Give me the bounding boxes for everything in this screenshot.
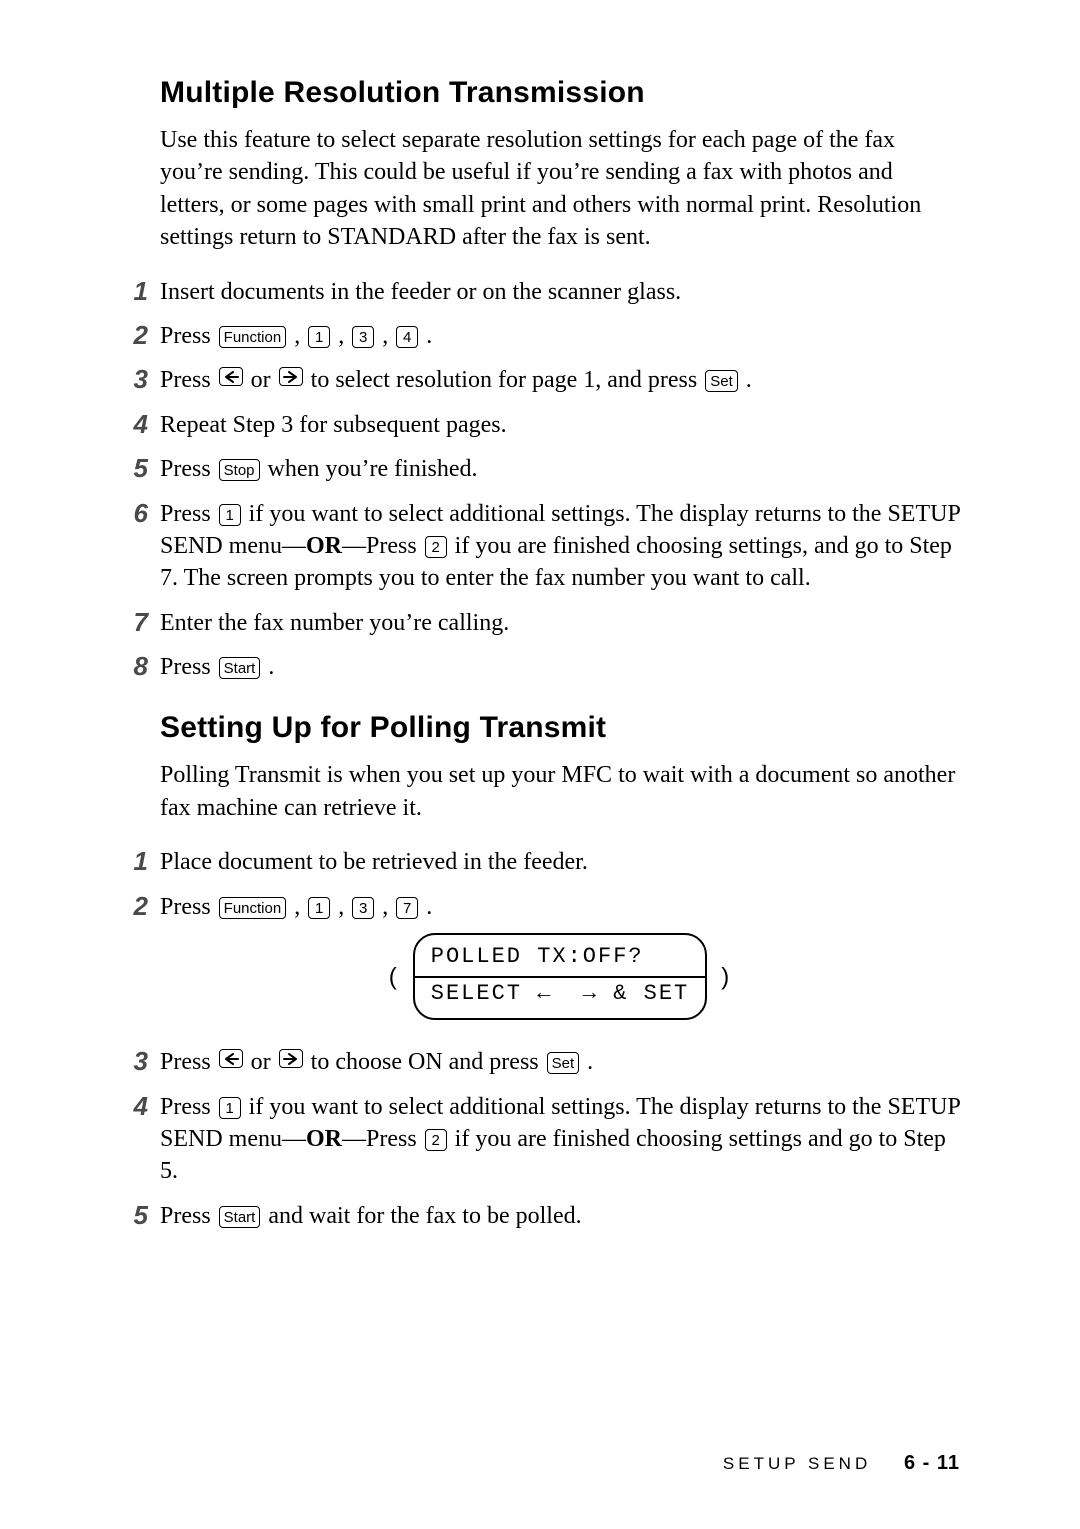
step-text-c: to choose ON and press bbox=[311, 1049, 545, 1075]
step-text-c: , bbox=[338, 323, 350, 349]
step-3: Press or to choose ON and press Set . bbox=[120, 1046, 960, 1078]
step-text-a: Press bbox=[160, 456, 217, 482]
step-2: Press Function , 1 , 3 , 7 . ( POLLED TX… bbox=[120, 891, 960, 1021]
step-4: Repeat Step 3 for subsequent pages. bbox=[120, 409, 960, 441]
step-text-b: or bbox=[251, 1049, 277, 1075]
step-text-a: Press bbox=[160, 1094, 217, 1120]
step-text: Enter the fax number you’re calling. bbox=[160, 610, 509, 636]
step-text-a: Press bbox=[160, 1203, 217, 1229]
step-text-d: . bbox=[587, 1049, 593, 1075]
key-1-icon: 1 bbox=[219, 504, 241, 526]
left-arrow-key-icon bbox=[219, 1049, 243, 1068]
key-7-icon: 7 bbox=[396, 897, 418, 919]
step-text-e: . bbox=[426, 323, 432, 349]
footer-chapter: SETUP SEND bbox=[723, 1454, 871, 1473]
right-arrow-key-icon bbox=[279, 367, 303, 386]
step-text-b: when you’re finished. bbox=[268, 456, 478, 482]
step-3: Press or to select resolution for page 1… bbox=[120, 364, 960, 396]
step-text-b: . bbox=[268, 654, 274, 680]
step-text: Repeat Step 3 for subsequent pages. bbox=[160, 412, 507, 438]
step-text-a: Press bbox=[160, 367, 217, 393]
set-key-icon: Set bbox=[547, 1052, 580, 1074]
section-title-polling-transmit: Setting Up for Polling Transmit bbox=[160, 711, 960, 745]
start-key-icon: Start bbox=[219, 1206, 261, 1228]
function-key-icon: Function bbox=[219, 897, 287, 919]
step-text-a: Press bbox=[160, 1049, 217, 1075]
lcd-right-paren-icon: ) bbox=[721, 961, 731, 992]
step-5: Press Stop when you’re finished. bbox=[120, 453, 960, 485]
step-1: Insert documents in the feeder or on the… bbox=[120, 276, 960, 308]
stop-key-icon: Stop bbox=[219, 459, 260, 481]
steps-list-2: Place document to be retrieved in the fe… bbox=[120, 846, 960, 1232]
or-emphasis: OR bbox=[306, 1126, 342, 1152]
steps-list-1: Insert documents in the feeder or on the… bbox=[120, 276, 960, 684]
step-text-c: —Press bbox=[342, 1126, 423, 1152]
step-text: Insert documents in the feeder or on the… bbox=[160, 279, 681, 305]
step-text-b: and wait for the fax to be polled. bbox=[268, 1203, 581, 1229]
step-text-a: Press bbox=[160, 654, 217, 680]
step-text-c: —Press bbox=[342, 533, 423, 559]
step-7: Enter the fax number you’re calling. bbox=[120, 607, 960, 639]
left-arrow-key-icon bbox=[219, 367, 243, 386]
step-text-c: to select resolution for page 1, and pre… bbox=[311, 367, 704, 393]
document-page: Multiple Resolution Transmission Use thi… bbox=[0, 0, 1080, 1529]
step-text-a: Press bbox=[160, 894, 217, 920]
lcd-display-wrap: ( POLLED TX:OFF? SELECT ← → & SET ) bbox=[160, 933, 960, 1020]
step-2: Press Function , 1 , 3 , 4 . bbox=[120, 320, 960, 352]
lcd-line-1: POLLED TX:OFF? bbox=[425, 943, 695, 972]
intro-paragraph-1: Use this feature to select separate reso… bbox=[160, 124, 960, 254]
function-key-icon: Function bbox=[219, 326, 287, 348]
step-6: Press 1 if you want to select additional… bbox=[120, 498, 960, 595]
step-text-d: , bbox=[382, 323, 394, 349]
key-3-icon: 3 bbox=[352, 897, 374, 919]
step-text: Place document to be retrieved in the fe… bbox=[160, 849, 588, 875]
step-text-b: , bbox=[294, 323, 306, 349]
step-text-c: , bbox=[338, 894, 350, 920]
step-text-d: . bbox=[746, 367, 752, 393]
step-text-e: . bbox=[426, 894, 432, 920]
key-2-icon: 2 bbox=[425, 1129, 447, 1151]
step-text-b: , bbox=[294, 894, 306, 920]
lcd-left-paren-icon: ( bbox=[389, 961, 399, 992]
step-text-d: , bbox=[382, 894, 394, 920]
key-1-icon: 1 bbox=[308, 897, 330, 919]
key-3-icon: 3 bbox=[352, 326, 374, 348]
lcd-line-2: SELECT ← → & SET bbox=[425, 980, 695, 1009]
start-key-icon: Start bbox=[219, 657, 261, 679]
key-1-icon: 1 bbox=[308, 326, 330, 348]
key-2-icon: 2 bbox=[425, 536, 447, 558]
footer-page-number: 6 - 11 bbox=[904, 1452, 960, 1474]
step-text-a: Press bbox=[160, 323, 217, 349]
step-1: Place document to be retrieved in the fe… bbox=[120, 846, 960, 878]
key-4-icon: 4 bbox=[396, 326, 418, 348]
set-key-icon: Set bbox=[705, 370, 738, 392]
page-footer: SETUP SEND 6 - 11 bbox=[723, 1452, 960, 1475]
lcd-display: ( POLLED TX:OFF? SELECT ← → & SET ) bbox=[413, 933, 707, 1020]
step-4: Press 1 if you want to select additional… bbox=[120, 1091, 960, 1188]
section-title-multiple-resolution: Multiple Resolution Transmission bbox=[160, 76, 960, 110]
step-text-b: or bbox=[251, 367, 277, 393]
key-1-icon: 1 bbox=[219, 1097, 241, 1119]
right-arrow-key-icon bbox=[279, 1049, 303, 1068]
step-8: Press Start . bbox=[120, 651, 960, 683]
intro-paragraph-2: Polling Transmit is when you set up your… bbox=[160, 759, 960, 824]
or-emphasis: OR bbox=[306, 533, 342, 559]
step-5: Press Start and wait for the fax to be p… bbox=[120, 1200, 960, 1232]
lcd-divider bbox=[415, 976, 705, 978]
step-text-a: Press bbox=[160, 501, 217, 527]
